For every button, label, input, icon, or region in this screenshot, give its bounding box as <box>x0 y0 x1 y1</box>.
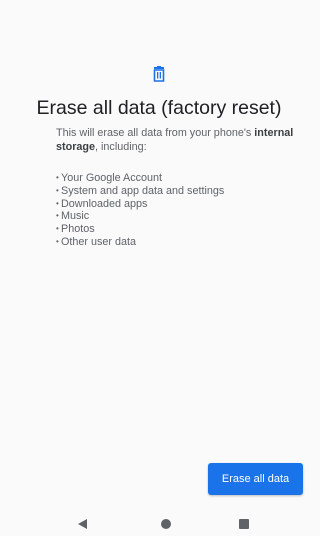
erase-all-data-button[interactable]: Erase all data <box>208 463 303 495</box>
erase-items-list: Your Google Account System and app data … <box>56 172 224 249</box>
list-item: Photos <box>56 223 224 236</box>
list-item: Downloaded apps <box>56 198 224 211</box>
list-item: Other user data <box>56 236 224 249</box>
list-item: Music <box>56 210 224 223</box>
navigation-bar <box>0 510 318 536</box>
recents-square-icon[interactable] <box>239 519 249 529</box>
trash-icon <box>153 66 165 82</box>
home-circle-icon[interactable] <box>161 519 171 529</box>
description-text-end: , including: <box>95 141 147 153</box>
list-item: System and app data and settings <box>56 185 224 198</box>
description-text-start: This will erase all data from your phone… <box>56 127 255 139</box>
back-triangle-icon[interactable] <box>78 519 87 529</box>
factory-reset-screen: Erase all data (factory reset) This will… <box>0 0 318 536</box>
erase-description: This will erase all data from your phone… <box>56 126 296 154</box>
list-item: Your Google Account <box>56 172 224 185</box>
page-title: Erase all data (factory reset) <box>36 97 282 119</box>
